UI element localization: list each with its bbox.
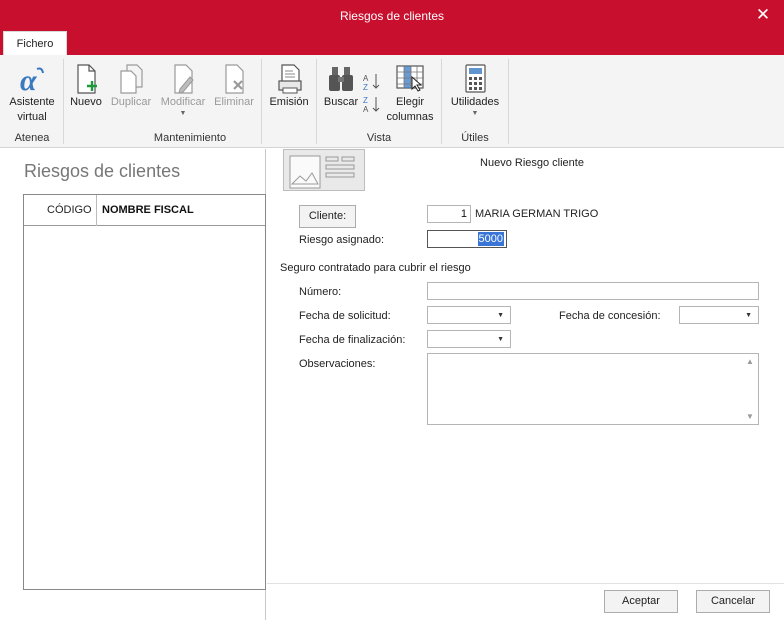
columns-icon [396,65,424,92]
elegir-columnas-button[interactable]: Elegir columnas [384,63,436,125]
observaciones-label: Observaciones: [299,358,376,370]
ribbon: α Asistente virtual Atenea Nuevo Duplica… [0,55,784,148]
new-document-icon [77,64,97,94]
aceptar-button[interactable]: Aceptar [604,590,678,613]
form-footer: Aceptar Cancelar [267,583,784,620]
asistente-virtual-button[interactable]: α Asistente virtual [4,63,60,125]
emision-button[interactable]: Emisión [265,63,313,110]
observaciones-scrollbar[interactable]: ▲ ▼ [743,354,758,424]
riesgo-asignado-value: 5000 [477,232,504,246]
tab-fichero[interactable]: Fichero [3,31,67,55]
nuevo-label: Nuevo [70,96,102,108]
edit-document-icon [174,64,194,94]
record-form: Nuevo Riesgo cliente Cliente: MARIA GERM… [267,149,784,620]
cancelar-button[interactable]: Cancelar [696,590,770,613]
fecha-solicitud-picker[interactable]: ▼ [427,306,511,324]
emision-label: Emisión [269,96,309,108]
column-header-nombre-fiscal[interactable]: NOMBRE FISCAL [102,204,194,216]
cliente-code-input[interactable] [427,205,471,223]
column-divider[interactable] [96,195,97,226]
chevron-down-icon: ▼ [471,110,479,117]
buscar-button[interactable]: Buscar [320,63,362,110]
sort-button[interactable]: A Z Z A [362,71,382,115]
modificar-button[interactable]: Modificar ▼ [157,63,209,118]
fecha-concesion-picker[interactable]: ▼ [679,306,759,324]
duplicar-label: Duplicar [110,96,152,108]
seguro-section-title: Seguro contratado para cubrir el riesgo [280,262,471,274]
image-card-icon [289,155,355,189]
sort-az-icon: A Z Z A [363,74,380,114]
riesgo-asignado-input[interactable]: 5000 [427,230,507,248]
group-utiles-label: Útiles [461,132,489,144]
observaciones-textarea[interactable]: ▲ ▼ [427,353,759,425]
buscar-label: Buscar [323,96,359,108]
grid-header: CÓDIGO NOMBRE FISCAL [24,195,265,226]
chevron-down-icon: ▼ [497,312,504,319]
svg-text:A: A [363,74,369,83]
close-button[interactable]: ✕ [752,4,774,26]
title-bar: Riesgos de clientes ✕ Fichero [0,0,784,55]
eliminar-label: Eliminar [214,96,254,108]
utilidades-button[interactable]: Utilidades ▼ [446,63,504,118]
form-title: Nuevo Riesgo cliente [480,157,584,169]
nuevo-button[interactable]: Nuevo [67,63,105,110]
list-title: Riesgos de clientes [24,161,181,181]
asistente-label-1: Asistente [9,96,55,108]
group-vista-label: Vista [366,132,392,144]
alpha-icon: α [20,64,44,95]
ribbon-separator [441,59,442,144]
utilidades-label: Utilidades [450,96,500,108]
modificar-label: Modificar [160,96,206,108]
fecha-finalizacion-picker[interactable]: ▼ [427,330,511,348]
binoculars-icon [329,67,353,91]
asistente-label-2: virtual [17,111,47,123]
duplicar-button[interactable]: Duplicar [107,63,155,110]
ribbon-separator [63,59,64,144]
svg-text:A: A [363,105,369,114]
duplicate-icon [120,64,143,94]
chevron-down-icon: ▼ [179,110,187,117]
elegir-label-2: columnas [386,111,434,123]
fecha-finalizacion-label: Fecha de finalización: [299,334,406,346]
records-grid[interactable]: CÓDIGO NOMBRE FISCAL [23,194,266,590]
group-atenea-label: Atenea [14,132,50,144]
record-image-placeholder[interactable] [283,149,365,191]
print-preview-icon [278,64,302,94]
svg-text:α: α [20,64,37,95]
scroll-up-icon[interactable]: ▲ [746,357,754,366]
chevron-down-icon: ▼ [745,312,752,319]
column-header-codigo[interactable]: CÓDIGO [47,204,92,216]
chevron-down-icon: ▼ [497,336,504,343]
svg-text:Z: Z [363,96,368,105]
cliente-button[interactable]: Cliente: [299,205,356,228]
ribbon-separator [508,59,509,144]
numero-label: Número: [299,286,342,298]
window-title: Riesgos de clientes [339,9,445,23]
riesgo-asignado-label: Riesgo asignado: [299,234,385,246]
fecha-concesion-label: Fecha de concesión: [559,310,661,322]
scroll-down-icon[interactable]: ▼ [746,412,754,421]
group-mantenimiento-label: Mantenimiento [153,132,227,144]
elegir-label-1: Elegir [395,96,425,108]
records-list-pane: Riesgos de clientes CÓDIGO NOMBRE FISCAL [0,149,266,620]
ribbon-separator [316,59,317,144]
calculator-icon [465,64,486,93]
cliente-name: MARIA GERMAN TRIGO [475,208,599,220]
eliminar-button[interactable]: Eliminar [211,63,257,110]
numero-input[interactable] [427,282,759,300]
svg-text:Z: Z [363,83,368,92]
delete-document-icon [225,64,244,94]
fecha-solicitud-label: Fecha de solicitud: [299,310,391,322]
